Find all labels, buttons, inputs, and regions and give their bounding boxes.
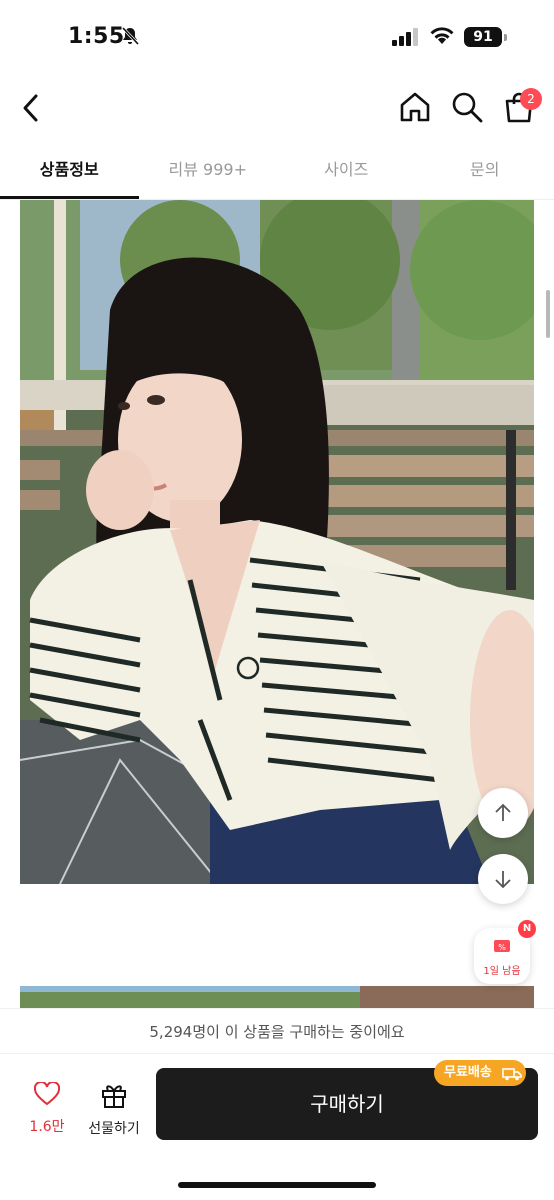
tab-size[interactable]: 사이즈 bbox=[277, 146, 416, 199]
home-indicator[interactable] bbox=[178, 1182, 376, 1188]
tab-reviews[interactable]: 리뷰 999+ bbox=[139, 146, 278, 199]
home-icon[interactable] bbox=[398, 90, 432, 124]
cellular-signal-icon bbox=[392, 28, 418, 46]
coupon-remaining-label: 1일 남음 bbox=[483, 966, 521, 977]
truck-icon bbox=[502, 1068, 522, 1081]
like-button[interactable]: 1.6만 bbox=[22, 1080, 72, 1136]
bottom-action-bar: 1.6만 선물하기 구매하기 무료배송 bbox=[0, 1054, 554, 1200]
gift-label: 선물하기 bbox=[88, 1121, 140, 1137]
status-time: 1:55 bbox=[68, 24, 125, 49]
top-nav bbox=[0, 76, 554, 140]
like-count: 1.6만 bbox=[29, 1119, 65, 1135]
battery-icon: 91 bbox=[464, 27, 508, 47]
scroll-down-button[interactable] bbox=[478, 854, 528, 904]
product-photo-second bbox=[20, 986, 534, 1008]
cart-count-badge: 2 bbox=[520, 88, 542, 110]
svg-text:%: % bbox=[498, 943, 506, 952]
scrollbar[interactable] bbox=[546, 290, 550, 338]
buying-notice: 5,294명이 이 상품을 구매하는 중이에요 bbox=[0, 1008, 554, 1054]
search-icon[interactable] bbox=[450, 90, 484, 124]
free-shipping-label: 무료배송 bbox=[444, 1065, 492, 1080]
status-bar: 1:55 91 bbox=[0, 0, 554, 72]
gift-icon bbox=[102, 1085, 126, 1108]
coupon-new-badge: N bbox=[518, 920, 536, 938]
tab-inquiry[interactable]: 문의 bbox=[416, 146, 554, 199]
heart-icon bbox=[33, 1080, 61, 1106]
arrow-down-icon bbox=[495, 871, 511, 889]
wifi-icon bbox=[430, 27, 454, 44]
product-photo-illustration bbox=[20, 200, 534, 884]
battery-level: 91 bbox=[464, 27, 502, 47]
back-arrow-icon[interactable] bbox=[18, 90, 46, 126]
tab-product-info[interactable]: 상품정보 bbox=[0, 146, 139, 199]
product-tabs: 상품정보 리뷰 999+ 사이즈 문의 bbox=[0, 146, 554, 200]
arrow-up-icon bbox=[495, 803, 511, 821]
bell-muted-icon bbox=[121, 26, 140, 46]
scroll-up-button[interactable] bbox=[478, 788, 528, 838]
gift-button[interactable]: 선물하기 bbox=[84, 1082, 144, 1138]
product-photo bbox=[20, 200, 534, 884]
